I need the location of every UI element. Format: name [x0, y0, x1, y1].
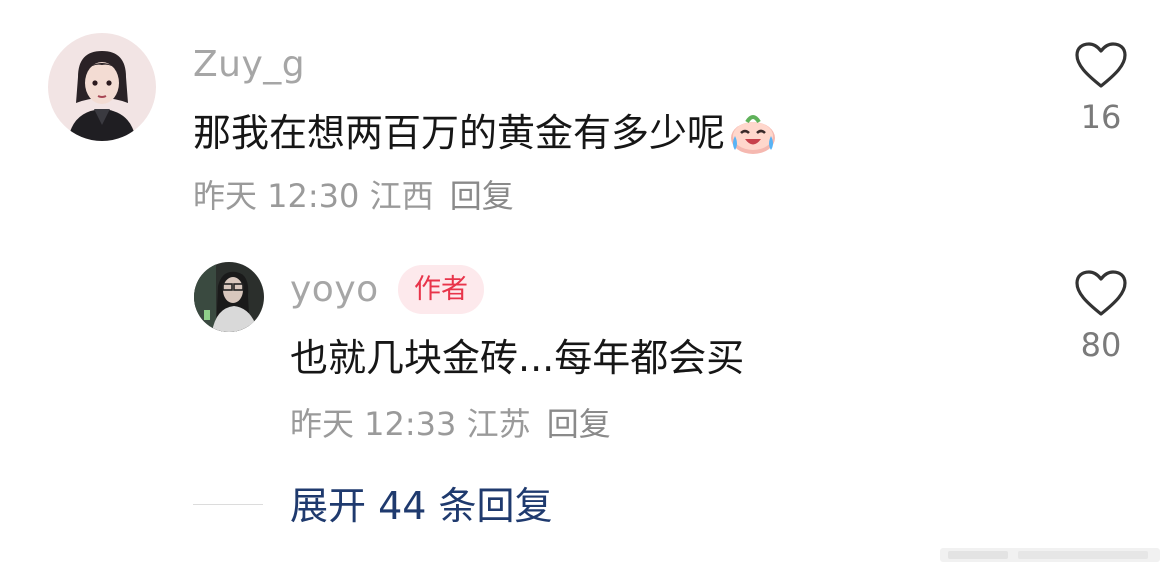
watermark-logo: [940, 548, 1160, 562]
reply-button[interactable]: 回复: [547, 405, 611, 443]
comment-time: 昨天 12:33: [290, 405, 457, 443]
heart-icon: [1075, 42, 1127, 88]
comment-username[interactable]: Zuy_g: [193, 47, 305, 83]
comment-location: 江苏: [466, 405, 531, 443]
comment-location: 江西: [369, 177, 434, 215]
expand-divider: [193, 504, 263, 505]
comment-text: 也就几块金砖...每年都会买: [290, 336, 745, 380]
avatar-yoyo[interactable]: [194, 262, 264, 332]
expand-replies-button[interactable]: 展开 44 条回复: [290, 487, 553, 525]
like-button[interactable]: 16: [1071, 41, 1131, 133]
comment-text: 那我在想两百万的黄金有多少呢: [193, 110, 779, 156]
author-badge: 作者: [398, 265, 484, 314]
like-count: 80: [1080, 326, 1122, 364]
comment-username[interactable]: yoyo: [290, 272, 379, 308]
reply-button[interactable]: 回复: [450, 177, 514, 215]
like-count: 16: [1080, 98, 1122, 136]
avatar-zuy-g[interactable]: [48, 33, 156, 141]
heart-icon: [1075, 270, 1127, 316]
laughing-crying-face-icon: [727, 110, 779, 156]
comment-meta: 昨天 12:30 江西 回复: [193, 180, 514, 212]
like-button[interactable]: 80: [1071, 269, 1131, 361]
comment-time: 昨天 12:30: [193, 177, 360, 215]
comment-meta: 昨天 12:33 江苏 回复: [290, 408, 611, 440]
